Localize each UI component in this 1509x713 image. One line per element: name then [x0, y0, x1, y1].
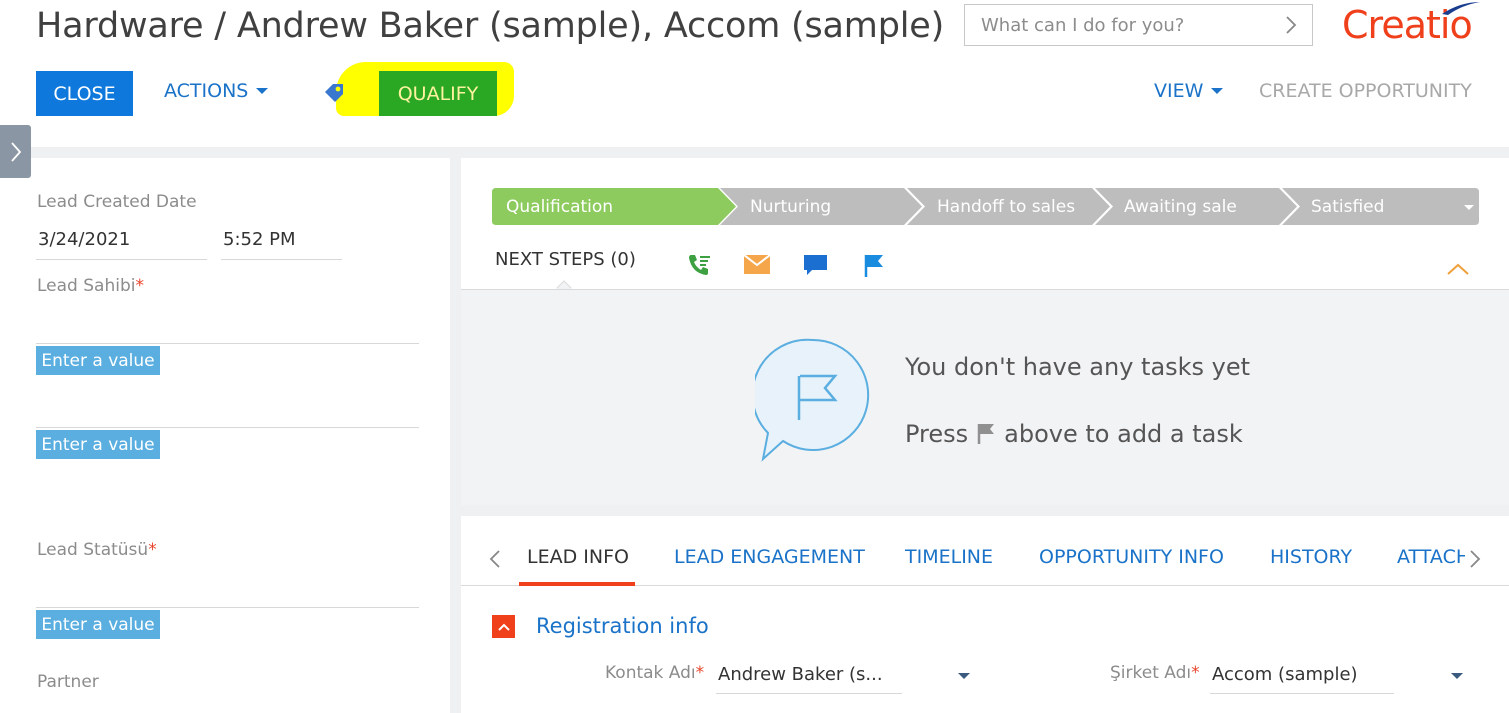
- empty-tasks-flag-icon: [755, 338, 870, 462]
- command-search[interactable]: [964, 4, 1313, 46]
- tag-icon: [325, 84, 343, 102]
- time-underline: [221, 259, 342, 260]
- contact-value[interactable]: Andrew Baker (s...: [718, 664, 883, 685]
- actions-menu[interactable]: ACTIONS: [164, 80, 269, 102]
- company-dropdown-icon[interactable]: [1451, 673, 1463, 679]
- caret-down-icon: [256, 88, 269, 94]
- chat-icon[interactable]: [804, 255, 828, 277]
- partner-label: Partner: [37, 672, 99, 692]
- tab-history[interactable]: HISTORY: [1270, 546, 1352, 568]
- contact-label: Kontak Adı*: [605, 663, 705, 683]
- chevron-up-icon[interactable]: [1446, 262, 1470, 276]
- hint-after: above to add a task: [1004, 420, 1243, 448]
- flag-icon[interactable]: [864, 254, 884, 278]
- owner-underline: [36, 343, 419, 344]
- tab-pointer: [556, 280, 572, 289]
- stage-label: Satisfied: [1311, 196, 1385, 217]
- tab-attachments[interactable]: ATTACH: [1397, 546, 1465, 568]
- empty-tasks-title: You don't have any tasks yet: [905, 353, 1251, 381]
- create-opportunity-button[interactable]: CREATE OPPORTUNITY: [1259, 80, 1472, 102]
- tasks-empty-area: [461, 289, 1509, 505]
- hint-before: Press: [905, 420, 969, 448]
- next-steps-tab[interactable]: NEXT STEPS (0): [495, 249, 636, 270]
- company-value[interactable]: Accom (sample): [1212, 664, 1358, 685]
- contact-dropdown-icon[interactable]: [958, 673, 970, 679]
- created-date-label: Lead Created Date: [37, 192, 197, 212]
- company-label: Şirket Adı*: [1110, 663, 1200, 683]
- contact-underline: [716, 693, 902, 694]
- stage-label: Handoff to sales: [937, 196, 1076, 217]
- created-date-value[interactable]: 3/24/2021: [38, 229, 130, 250]
- tab-timeline[interactable]: TIMELINE: [905, 546, 993, 568]
- enter-value-badge[interactable]: Enter a value: [36, 346, 160, 375]
- search-input[interactable]: [965, 5, 1265, 45]
- page-title: Hardware / Andrew Baker (sample), Accom …: [36, 6, 945, 46]
- email-icon[interactable]: [744, 255, 770, 275]
- chevron-right-icon[interactable]: [1468, 548, 1482, 570]
- stage-label: Nurturing: [750, 196, 832, 217]
- lead-owner-label: Lead Sahibi*: [37, 276, 144, 296]
- stage-label: Awaiting sale: [1124, 196, 1237, 217]
- date-underline: [36, 259, 207, 260]
- chevron-up-icon: [497, 623, 510, 631]
- close-button[interactable]: CLOSE: [36, 71, 133, 116]
- lead-status-label: Lead Statüsü*: [37, 540, 157, 560]
- phone-call-icon[interactable]: [686, 252, 712, 278]
- tab-opportunity-info[interactable]: OPPORTUNITY INFO: [1039, 546, 1224, 568]
- caret-down-icon: [1211, 88, 1224, 94]
- stage-label: Qualification: [506, 196, 614, 217]
- enter-value-badge[interactable]: Enter a value: [36, 610, 160, 639]
- view-label: VIEW: [1154, 80, 1204, 102]
- sidebar-toggle[interactable]: [0, 125, 31, 178]
- section-collapse-button[interactable]: [492, 615, 515, 638]
- empty-tasks-hint: Press above to add a task: [905, 420, 1243, 448]
- tab-lead-engagement[interactable]: LEAD ENGAGEMENT: [674, 546, 865, 568]
- tab-lead-info[interactable]: LEAD INFO: [527, 546, 629, 568]
- status-underline: [36, 607, 419, 608]
- page-header: Hardware / Andrew Baker (sample), Accom …: [0, 0, 1509, 147]
- chevron-left-icon[interactable]: [488, 548, 502, 570]
- logo-swoosh-icon: [1442, 2, 1480, 15]
- chevron-right-icon[interactable]: [1284, 15, 1298, 35]
- created-time-value[interactable]: 5:52 PM: [223, 229, 296, 250]
- view-menu[interactable]: VIEW: [1154, 80, 1224, 102]
- company-underline: [1210, 693, 1394, 694]
- section-title[interactable]: Registration info: [536, 614, 709, 638]
- chevron-right-icon: [10, 141, 21, 162]
- flag-icon: [977, 424, 995, 444]
- active-tab-underline: [519, 582, 635, 586]
- actions-label: ACTIONS: [164, 80, 249, 102]
- enter-value-badge[interactable]: Enter a value: [36, 430, 160, 459]
- field-underline: [36, 427, 419, 428]
- qualify-button[interactable]: QUALIFY: [379, 71, 497, 116]
